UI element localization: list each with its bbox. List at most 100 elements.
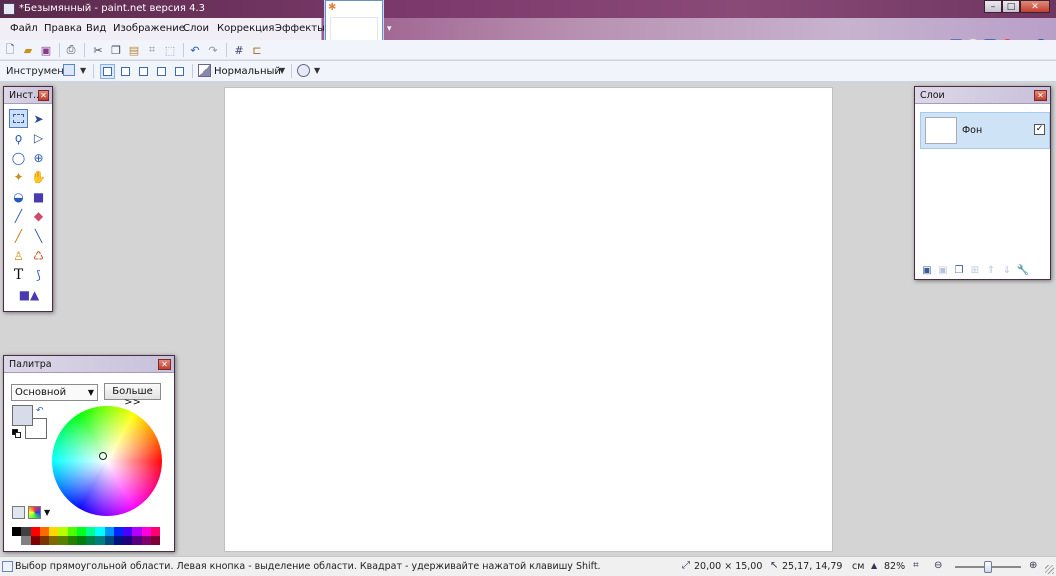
paintbrush-tool-icon[interactable]: ╱ xyxy=(9,207,28,226)
layer-properties-icon[interactable]: 🔧 xyxy=(1016,263,1030,277)
zoom-out-icon[interactable]: ⊖ xyxy=(934,560,946,572)
zoom-in-icon[interactable]: ⊕ xyxy=(1029,560,1041,572)
layers-panel-close-icon[interactable]: ✕ xyxy=(1034,90,1047,101)
grid-icon[interactable]: # xyxy=(232,43,246,57)
palette-swatch[interactable] xyxy=(95,527,105,536)
zoom-to-window-icon[interactable]: ⌗ xyxy=(913,560,925,572)
menu-edit[interactable]: Правка xyxy=(44,23,82,34)
tool-dropdown-arrow-icon[interactable]: ▼ xyxy=(80,66,86,75)
swap-colors-icon[interactable]: ↶ xyxy=(36,406,44,416)
palette-swatch[interactable] xyxy=(141,536,151,545)
palette-swatch[interactable] xyxy=(21,536,31,545)
palette-swatch[interactable] xyxy=(113,527,123,536)
palette-swatch[interactable] xyxy=(95,536,105,545)
delete-layer-icon[interactable]: ▣ xyxy=(936,263,950,277)
palette-swatch[interactable] xyxy=(86,536,96,545)
palette-menu-icon[interactable] xyxy=(28,506,41,519)
palette-swatch[interactable] xyxy=(39,527,49,536)
palette-swatch[interactable] xyxy=(104,536,114,545)
palette-swatch[interactable] xyxy=(58,536,68,545)
pencil-tool-icon[interactable]: ╱ xyxy=(9,227,28,246)
rulers-icon[interactable]: ⊏ xyxy=(250,43,264,57)
rectangle-select-tool-icon[interactable] xyxy=(9,109,28,128)
resize-grip[interactable] xyxy=(1045,565,1054,574)
palette-swatch[interactable] xyxy=(49,527,59,536)
layer-row[interactable]: Фон ✓ xyxy=(920,112,1050,149)
layers-panel-header[interactable]: Слои ✕ xyxy=(915,87,1050,104)
selection-mode-union[interactable] xyxy=(118,64,133,79)
menu-file[interactable]: Файл xyxy=(10,23,38,34)
paste-icon[interactable]: ▤ xyxy=(127,43,141,57)
open-file-icon[interactable]: ▰ xyxy=(21,43,35,57)
units-select[interactable]: см xyxy=(852,561,864,572)
ellipse-select-tool-icon[interactable]: ◯ xyxy=(9,148,28,167)
deselect-icon[interactable]: ⬚ xyxy=(163,43,177,57)
redo-icon[interactable]: ↷ xyxy=(206,43,220,57)
copy-icon[interactable]: ❐ xyxy=(109,43,123,57)
menu-adjustments[interactable]: Коррекция xyxy=(217,23,274,34)
palette-swatch[interactable] xyxy=(123,527,133,536)
add-layer-icon[interactable]: ▣ xyxy=(920,263,934,277)
color-wheel-marker[interactable] xyxy=(99,452,107,460)
save-file-icon[interactable]: ▣ xyxy=(39,43,53,57)
menu-image[interactable]: Изображение xyxy=(113,23,185,34)
selection-mode-exclude[interactable] xyxy=(136,64,151,79)
palette-swatch[interactable] xyxy=(150,527,160,536)
maximize-button[interactable]: □ xyxy=(1002,0,1020,13)
recolor-tool-icon[interactable]: ♺ xyxy=(29,246,48,265)
minimize-button[interactable]: – xyxy=(984,0,1002,13)
reset-colors-icon[interactable] xyxy=(12,429,21,438)
new-file-icon[interactable]: 🗋 xyxy=(3,43,17,57)
zoom-tool-icon[interactable]: ⊕ xyxy=(29,148,48,167)
color-picker-tool-icon[interactable]: ╲ xyxy=(29,227,48,246)
clone-stamp-tool-icon[interactable]: ♙ xyxy=(9,246,28,265)
undo-icon[interactable]: ↶ xyxy=(188,43,202,57)
palette-swatch[interactable] xyxy=(76,527,86,536)
lasso-select-tool-icon[interactable]: ϙ xyxy=(9,129,28,148)
antialiasing-dropdown-arrow-icon[interactable]: ▼ xyxy=(314,66,320,75)
image-list-arrow-icon[interactable]: ▾ xyxy=(387,24,392,34)
palette-swatch[interactable] xyxy=(123,536,133,545)
tools-panel-close-icon[interactable]: ✕ xyxy=(38,90,49,101)
zoom-value[interactable]: 82% xyxy=(884,561,905,572)
palette-swatch[interactable] xyxy=(150,536,160,545)
text-tool-icon[interactable]: T xyxy=(9,266,28,285)
menu-effects[interactable]: Эффекты xyxy=(275,23,325,34)
palette-swatch[interactable] xyxy=(30,536,40,545)
palette-swatch[interactable] xyxy=(86,527,96,536)
palette-panel-close-icon[interactable]: ✕ xyxy=(158,359,171,370)
zoom-slider-thumb[interactable] xyxy=(984,561,992,573)
pan-tool-icon[interactable]: ✋ xyxy=(29,168,48,187)
palette-swatch[interactable] xyxy=(30,527,40,536)
palette-swatch[interactable] xyxy=(12,536,22,545)
palette-swatch[interactable] xyxy=(67,536,77,545)
close-button[interactable]: ✕ xyxy=(1020,0,1050,13)
palette-swatch[interactable] xyxy=(58,527,68,536)
move-selection-tool-icon[interactable]: ▷ xyxy=(29,129,48,148)
line-curve-tool-icon[interactable]: ⟆ xyxy=(29,266,48,285)
cut-icon[interactable]: ✂ xyxy=(91,43,105,57)
more-button[interactable]: Больше >> xyxy=(104,383,161,408)
crop-to-selection-icon[interactable]: ⌗ xyxy=(145,43,159,57)
palette-swatch[interactable] xyxy=(132,536,142,545)
paint-bucket-tool-icon[interactable]: ◒ xyxy=(9,187,28,206)
selection-mode-replace[interactable] xyxy=(100,64,115,79)
palette-mode-select[interactable]: Основной ▼ xyxy=(11,384,98,401)
blend-mode-label[interactable]: Нормальный xyxy=(214,66,281,77)
palette-panel-header[interactable]: Палитра ✕ xyxy=(4,356,174,373)
layer-visibility-checkbox[interactable]: ✓ xyxy=(1034,124,1045,135)
palette-swatch[interactable] xyxy=(132,527,142,536)
palette-swatch[interactable] xyxy=(67,527,77,536)
duplicate-layer-icon[interactable]: ❐ xyxy=(952,263,966,277)
palette-add-color-icon[interactable] xyxy=(12,506,25,519)
units-dropdown-icon[interactable]: ▲ xyxy=(871,560,883,572)
menu-layers[interactable]: Слои xyxy=(183,23,209,34)
merge-layer-down-icon[interactable]: ⊞ xyxy=(968,263,982,277)
palette-swatch[interactable] xyxy=(113,536,123,545)
antialiasing-icon[interactable] xyxy=(297,64,310,77)
move-layer-down-icon[interactable]: ⇓ xyxy=(1000,263,1014,277)
color-wheel[interactable] xyxy=(52,406,162,516)
palette-swatch[interactable] xyxy=(76,536,86,545)
palette-swatch[interactable] xyxy=(21,527,31,536)
magic-wand-tool-icon[interactable]: ✦ xyxy=(9,168,28,187)
